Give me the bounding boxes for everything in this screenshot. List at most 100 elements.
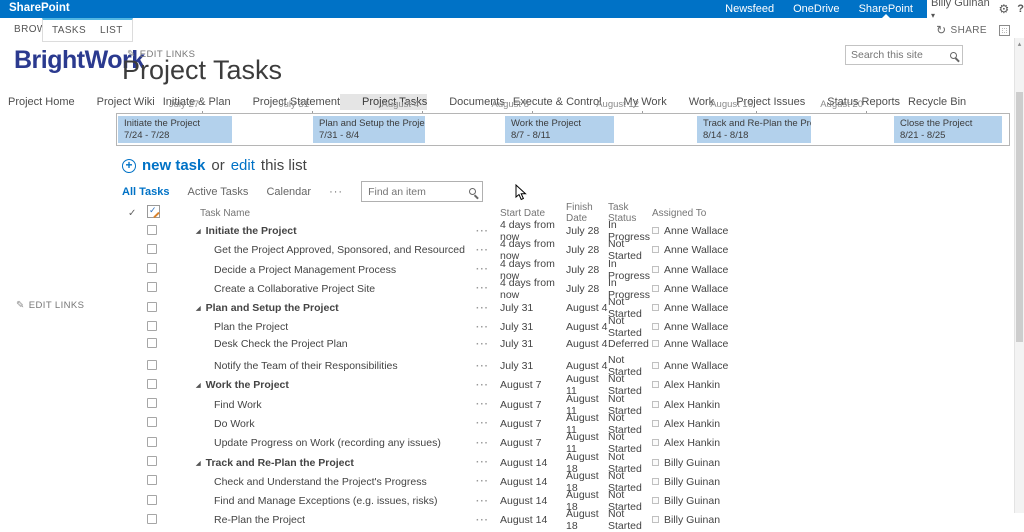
timeline-bar[interactable]: Track and Re-Plan the Project 8/14 - 8/1…	[697, 116, 811, 143]
row-menu-ellipsis[interactable]: ···	[476, 226, 500, 237]
tab-tasks[interactable]: TASKS	[52, 25, 86, 36]
column-start-date[interactable]: Start Date	[500, 208, 566, 219]
assigned-to-link[interactable]: Anne Wallace	[664, 302, 728, 314]
edit-links-sidebar[interactable]: ✎ EDIT LINKS	[16, 300, 84, 311]
assigned-to-link[interactable]: Alex Hankin	[664, 379, 720, 391]
vertical-scrollbar[interactable]: ▴	[1014, 38, 1024, 513]
row-checkbox[interactable]	[147, 282, 157, 292]
scrollbar-thumb[interactable]	[1016, 92, 1023, 342]
row-checkbox[interactable]	[147, 338, 157, 348]
row-checkbox[interactable]	[147, 475, 157, 485]
task-name-link[interactable]: Re-Plan the Project	[214, 514, 305, 526]
timeline-bar[interactable]: Plan and Setup the Project 7/31 - 8/4	[313, 116, 425, 143]
edit-items-icon[interactable]	[147, 205, 160, 218]
row-checkbox[interactable]	[147, 417, 157, 427]
task-name-link[interactable]: Track and Re-Plan the Project	[206, 457, 354, 469]
row-menu-ellipsis[interactable]: ···	[476, 283, 500, 294]
column-finish-date[interactable]: Finish Date	[566, 202, 608, 224]
assigned-to-link[interactable]: Billy Guinan	[664, 495, 720, 507]
focus-content-icon[interactable]	[999, 25, 1010, 36]
row-menu-ellipsis[interactable]: ···	[476, 303, 500, 314]
row-menu-ellipsis[interactable]: ···	[476, 496, 500, 507]
suite-link-newsfeed[interactable]: Newsfeed	[725, 0, 774, 18]
assigned-to-link[interactable]: Billy Guinan	[664, 457, 720, 469]
assigned-to-link[interactable]: Anne Wallace	[664, 264, 728, 276]
find-item-input[interactable]	[368, 186, 469, 198]
assigned-to-link[interactable]: Billy Guinan	[664, 514, 720, 526]
select-all-check[interactable]: ✓	[128, 208, 144, 219]
row-checkbox[interactable]	[147, 514, 157, 524]
task-name-link[interactable]: Work the Project	[206, 379, 289, 391]
task-name-link[interactable]: Notify the Team of their Responsibilitie…	[214, 360, 398, 372]
row-menu-ellipsis[interactable]: ···	[476, 438, 500, 449]
sidebar-item[interactable]: Project Home	[0, 94, 75, 110]
row-menu-ellipsis[interactable]: ···	[476, 264, 500, 275]
task-name-link[interactable]: Update Progress on Work (recording any i…	[214, 437, 441, 449]
assigned-to-link[interactable]: Anne Wallace	[664, 321, 728, 333]
timeline-bar[interactable]: Work the Project 8/7 - 8/11	[505, 116, 614, 143]
scrollbar-up-arrow[interactable]: ▴	[1015, 40, 1024, 48]
task-name-link[interactable]: Get the Project Approved, Sponsored, and…	[214, 244, 465, 256]
row-menu-ellipsis[interactable]: ···	[476, 361, 500, 372]
edit-list-link[interactable]: edit	[231, 157, 255, 174]
column-assigned-to[interactable]: Assigned To	[652, 208, 742, 219]
task-name-link[interactable]: Plan and Setup the Project	[206, 302, 339, 314]
collapse-triangle-icon[interactable]: ◢	[196, 229, 201, 235]
site-search-input[interactable]	[851, 49, 950, 61]
view-active-tasks[interactable]: Active Tasks	[188, 186, 249, 198]
collapse-triangle-icon[interactable]: ◢	[196, 306, 201, 312]
task-name-link[interactable]: Desk Check the Project Plan	[214, 338, 348, 350]
new-task-link[interactable]: new task	[142, 157, 205, 174]
assigned-to-link[interactable]: Alex Hankin	[664, 437, 720, 449]
assigned-to-link[interactable]: Billy Guinan	[664, 476, 720, 488]
assigned-to-link[interactable]: Alex Hankin	[664, 418, 720, 430]
assigned-to-link[interactable]: Alex Hankin	[664, 399, 720, 411]
help-icon[interactable]: ?	[1017, 3, 1024, 15]
task-name-link[interactable]: Find and Manage Exceptions (e.g. issues,…	[214, 495, 438, 507]
task-name-link[interactable]: Plan the Project	[214, 321, 288, 333]
gear-icon[interactable]: ⚙	[999, 2, 1010, 16]
row-checkbox[interactable]	[147, 495, 157, 505]
assigned-to-link[interactable]: Anne Wallace	[664, 360, 728, 372]
task-name-link[interactable]: Do Work	[214, 418, 255, 430]
row-checkbox[interactable]	[147, 263, 157, 273]
row-menu-ellipsis[interactable]: ···	[476, 245, 500, 256]
suite-link-sharepoint[interactable]: SharePoint	[859, 0, 913, 18]
row-checkbox[interactable]	[147, 360, 157, 370]
view-calendar[interactable]: Calendar	[266, 186, 311, 198]
collapse-triangle-icon[interactable]: ◢	[196, 383, 201, 389]
task-name-link[interactable]: Decide a Project Management Process	[214, 264, 396, 276]
row-menu-ellipsis[interactable]: ···	[476, 380, 500, 391]
row-checkbox[interactable]	[147, 225, 157, 235]
task-name-link[interactable]: Initiate the Project	[206, 225, 297, 237]
row-menu-ellipsis[interactable]: ···	[476, 339, 500, 350]
row-checkbox[interactable]	[147, 379, 157, 389]
assigned-to-link[interactable]: Anne Wallace	[664, 244, 728, 256]
task-name-link[interactable]: Create a Collaborative Project Site	[214, 283, 375, 295]
collapse-triangle-icon[interactable]: ◢	[196, 461, 201, 467]
timeline-bar[interactable]: Close the Project 8/21 - 8/25	[894, 116, 1002, 143]
row-menu-ellipsis[interactable]: ···	[476, 476, 500, 487]
task-name-link[interactable]: Check and Understand the Project's Progr…	[214, 476, 427, 488]
row-menu-ellipsis[interactable]: ···	[476, 418, 500, 429]
row-checkbox[interactable]	[147, 456, 157, 466]
row-menu-ellipsis[interactable]: ···	[476, 457, 500, 468]
row-menu-ellipsis[interactable]: ···	[476, 515, 500, 526]
row-checkbox[interactable]	[147, 302, 157, 312]
row-menu-ellipsis[interactable]: ···	[476, 399, 500, 410]
search-icon[interactable]	[950, 52, 957, 59]
row-menu-ellipsis[interactable]: ···	[476, 322, 500, 333]
row-checkbox[interactable]	[147, 244, 157, 254]
view-all-tasks[interactable]: All Tasks	[122, 186, 170, 198]
share-button[interactable]: ↻ SHARE	[936, 23, 987, 37]
assigned-to-link[interactable]: Anne Wallace	[664, 338, 728, 350]
task-name-link[interactable]: Find Work	[214, 399, 262, 411]
row-checkbox[interactable]	[147, 398, 157, 408]
row-checkbox[interactable]	[147, 321, 157, 331]
tab-list[interactable]: LIST	[100, 25, 123, 36]
assigned-to-link[interactable]: Anne Wallace	[664, 225, 728, 237]
find-search-icon[interactable]	[469, 188, 476, 195]
timeline-bar[interactable]: Initiate the Project 7/24 - 7/28	[118, 116, 232, 143]
assigned-to-link[interactable]: Anne Wallace	[664, 283, 728, 295]
column-task-name[interactable]: Task Name	[184, 208, 476, 219]
